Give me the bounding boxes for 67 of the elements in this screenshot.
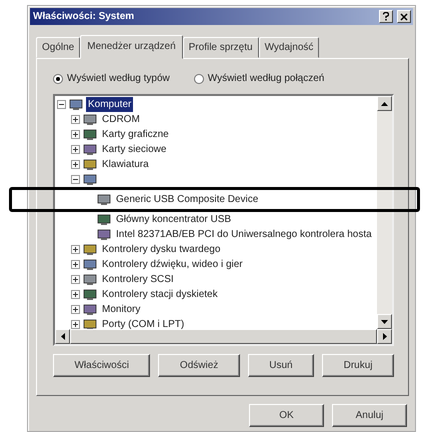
- window-title: Właściwości: System: [33, 10, 134, 24]
- device-icon: [83, 318, 97, 329]
- device-icon: [83, 274, 97, 286]
- tab[interactable]: Ogólne: [36, 37, 80, 58]
- radio-label: Wyświetl według typów: [67, 72, 170, 86]
- collapse-icon[interactable]: [71, 175, 80, 184]
- scroll-down-icon: [381, 320, 388, 324]
- device-icon: [83, 258, 97, 270]
- tab[interactable]: Wydajność: [258, 37, 320, 58]
- expand-icon[interactable]: [71, 260, 80, 269]
- radio-label: Wyświetl według połączeń: [208, 72, 324, 86]
- device-icon: [83, 174, 97, 186]
- device-icon: [97, 214, 111, 226]
- dialog-button[interactable]: Anuluj: [332, 404, 407, 427]
- device-icon: [69, 98, 83, 110]
- device-icon: [97, 194, 111, 206]
- tree-item[interactable]: Monitory: [100, 302, 142, 317]
- close-icon: [400, 12, 408, 20]
- device-icon: [83, 288, 97, 300]
- dialog-button[interactable]: Właściwości: [53, 354, 150, 377]
- tree-item[interactable]: Kontrolery SCSI: [100, 272, 176, 287]
- tree-item[interactable]: Klawiatura: [100, 157, 151, 172]
- expand-icon[interactable]: [71, 160, 80, 169]
- tree-item[interactable]: Porty (COM i LPT): [100, 317, 186, 329]
- tree-item[interactable]: Karty graficzne: [100, 127, 171, 142]
- expand-icon[interactable]: [71, 275, 80, 284]
- tree-item[interactable]: Kontrolery stacji dyskietek: [100, 287, 220, 302]
- expand-icon[interactable]: [71, 290, 80, 299]
- scroll-right-icon: [382, 333, 386, 340]
- device-icon: [83, 158, 97, 170]
- expand-icon[interactable]: [71, 115, 80, 124]
- device-tree[interactable]: [53, 94, 394, 346]
- expand-icon[interactable]: [71, 145, 80, 154]
- expand-icon[interactable]: [71, 245, 80, 254]
- dialog-button[interactable]: Usuń: [248, 354, 314, 377]
- vertical-scrollbar[interactable]: [377, 96, 392, 329]
- device-icon: [83, 244, 97, 256]
- tree-item[interactable]: Karty sieciowe: [100, 142, 168, 157]
- help-icon: [383, 12, 389, 21]
- tree-item[interactable]: Generic USB Composite Device: [114, 192, 260, 207]
- tab[interactable]: Menedżer urządzeń: [80, 35, 183, 59]
- dialog-button[interactable]: Odśwież: [158, 354, 240, 377]
- tree-item[interactable]: Główny koncentrator USB: [114, 212, 234, 227]
- radio-button[interactable]: [194, 74, 204, 84]
- close-button[interactable]: [397, 10, 411, 23]
- dialog-button[interactable]: OK: [249, 404, 324, 427]
- collapse-icon[interactable]: [57, 100, 66, 109]
- expand-icon[interactable]: [71, 130, 80, 139]
- tree-item[interactable]: Intel 82371AB/EB PCI do Uniwersalnego kontrolera hosta: [114, 227, 374, 242]
- device-icon: [83, 144, 97, 156]
- expand-icon[interactable]: [71, 320, 80, 329]
- scroll-left-icon: [60, 333, 64, 340]
- tree-item[interactable]: CDROM: [100, 112, 142, 127]
- tab[interactable]: Profile sprzętu: [182, 37, 259, 58]
- horizontal-scrollbar[interactable]: [55, 329, 392, 344]
- dialog-button[interactable]: Drukuj: [322, 354, 394, 377]
- radio-button[interactable]: [53, 74, 63, 84]
- device-icon: [83, 128, 97, 140]
- help-button[interactable]: [379, 10, 393, 23]
- tree-item[interactable]: Kontrolery dysku twardego: [100, 242, 222, 257]
- device-icon: [97, 228, 111, 240]
- tree-item[interactable]: Komputer: [86, 97, 134, 112]
- device-icon: [83, 304, 97, 316]
- scroll-up-icon: [381, 102, 388, 106]
- expand-icon[interactable]: [71, 305, 80, 314]
- tree-item[interactable]: Kontrolery dźwięku, wideo i gier: [100, 257, 245, 272]
- device-icon: [83, 114, 97, 126]
